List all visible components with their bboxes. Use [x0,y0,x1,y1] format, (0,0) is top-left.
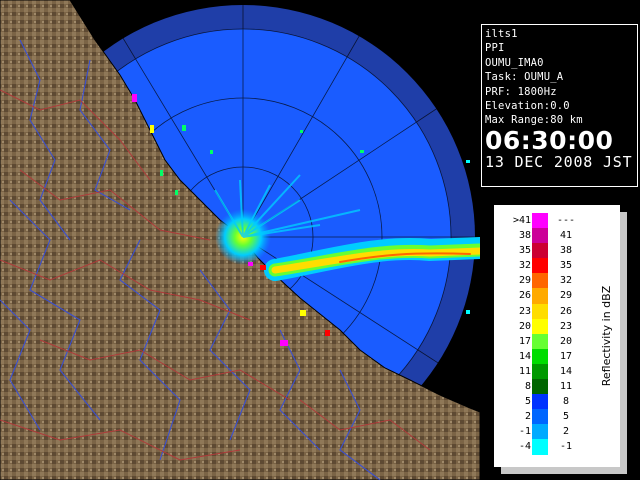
legend-upper-bound: 8 [562,396,570,408]
legend-lower-bound: 5 [524,396,531,408]
legend-color-swatch [532,439,548,455]
info-scan-type: PPI [485,42,505,55]
legend-upper-bound: 17 [559,350,573,362]
legend-row: 14 17 [498,348,590,364]
radar-ppi-map [0,0,480,480]
legend-upper-bound: 41 [559,230,573,242]
legend-lower-bound: 35 [518,245,531,257]
legend-row: >41 --- [498,213,590,229]
legend-upper-bound: 38 [559,245,573,257]
legend-upper-bound: 20 [559,335,573,347]
legend-lower-bound: 2 [524,411,531,423]
legend-upper-bound: 5 [562,411,570,423]
legend-color-swatch [532,318,548,334]
legend-color-swatch [532,379,548,395]
legend-color-swatch [532,273,548,289]
legend-color-swatch [532,409,548,425]
legend-lower-bound: 17 [518,335,531,347]
info-radar-id: ilts1 [485,28,518,40]
legend-color-swatch [532,288,548,304]
legend-lower-bound: 26 [518,290,531,302]
legend-color-swatch [532,394,548,410]
legend-row: 20 23 [498,318,590,334]
reflectivity-legend: >41 --- 38 41 35 38 32 35 29 32 26 29 23 26 20 23 17 20 14… [494,205,620,467]
legend-color-swatch [532,228,548,244]
legend-row: 17 20 [498,333,590,349]
legend-lower-bound: 32 [518,260,531,272]
legend-color-swatch [532,348,548,364]
legend-lower-bound: 23 [518,305,531,317]
radar-map-svg [0,0,480,480]
legend-upper-bound: --- [556,215,576,226]
legend-upper-bound: 35 [559,260,573,272]
legend-color-swatch [532,303,548,319]
legend-row: 23 26 [498,303,590,319]
legend-lower-bound: -1 [518,426,531,438]
info-product: OUMU_IMA0 [485,56,544,69]
legend-upper-bound: 14 [559,365,573,377]
radar-info-panel: ilts1 PPI OUMU_IMA0 Task: OUMU_A PRF: 18… [481,24,638,187]
scan-date: 13 DEC 2008 JST [485,152,633,171]
legend-color-swatch [532,258,548,274]
legend-color-swatch [532,213,548,229]
legend-lower-bound: >41 [512,215,531,226]
legend-row: 32 35 [498,258,590,274]
legend-lower-bound: 8 [524,381,531,393]
legend-color-swatch [532,363,548,380]
legend-lower-bound: 14 [518,350,531,362]
legend-row: 11 14 [498,363,590,380]
legend-upper-bound: 26 [559,305,573,317]
legend-rows: >41 --- 38 41 35 38 32 35 29 32 26 29 23 26 20 23 17 20 14… [498,213,590,455]
legend-upper-bound: 23 [559,320,573,332]
legend-row: 38 41 [498,228,590,244]
legend-row: 29 32 [498,273,590,289]
legend-lower-bound: 38 [518,230,531,242]
legend-upper-bound: 29 [559,290,573,302]
info-elevation: Elevation:0.0 [485,100,570,113]
legend-upper-bound: 11 [559,381,573,393]
legend-row: 26 29 [498,288,590,304]
legend-upper-bound: 32 [559,275,573,287]
scan-time: 06:30:00 [485,125,614,155]
legend-row: 35 38 [498,243,590,259]
legend-row: 25 [498,409,590,425]
legend-lower-bound: -4 [518,441,531,453]
info-prf: PRF: 1800Hz [485,85,557,98]
legend-row: 8 11 [498,379,590,395]
legend-color-swatch [532,424,548,440]
legend-row: 58 [498,394,590,410]
legend-row: -4 -1 [498,439,590,455]
legend-lower-bound: 11 [518,365,531,377]
legend-title: Reflectivity in dBZ [600,285,613,387]
legend-lower-bound: 29 [518,275,531,287]
legend-color-swatch [532,333,548,349]
legend-row: -1 2 [498,424,590,440]
legend-upper-bound: 2 [562,426,570,438]
info-task: Task: OUMU_A [485,71,564,84]
legend-color-swatch [532,243,548,259]
legend-upper-bound: -1 [559,441,573,453]
legend-lower-bound: 20 [518,320,531,332]
